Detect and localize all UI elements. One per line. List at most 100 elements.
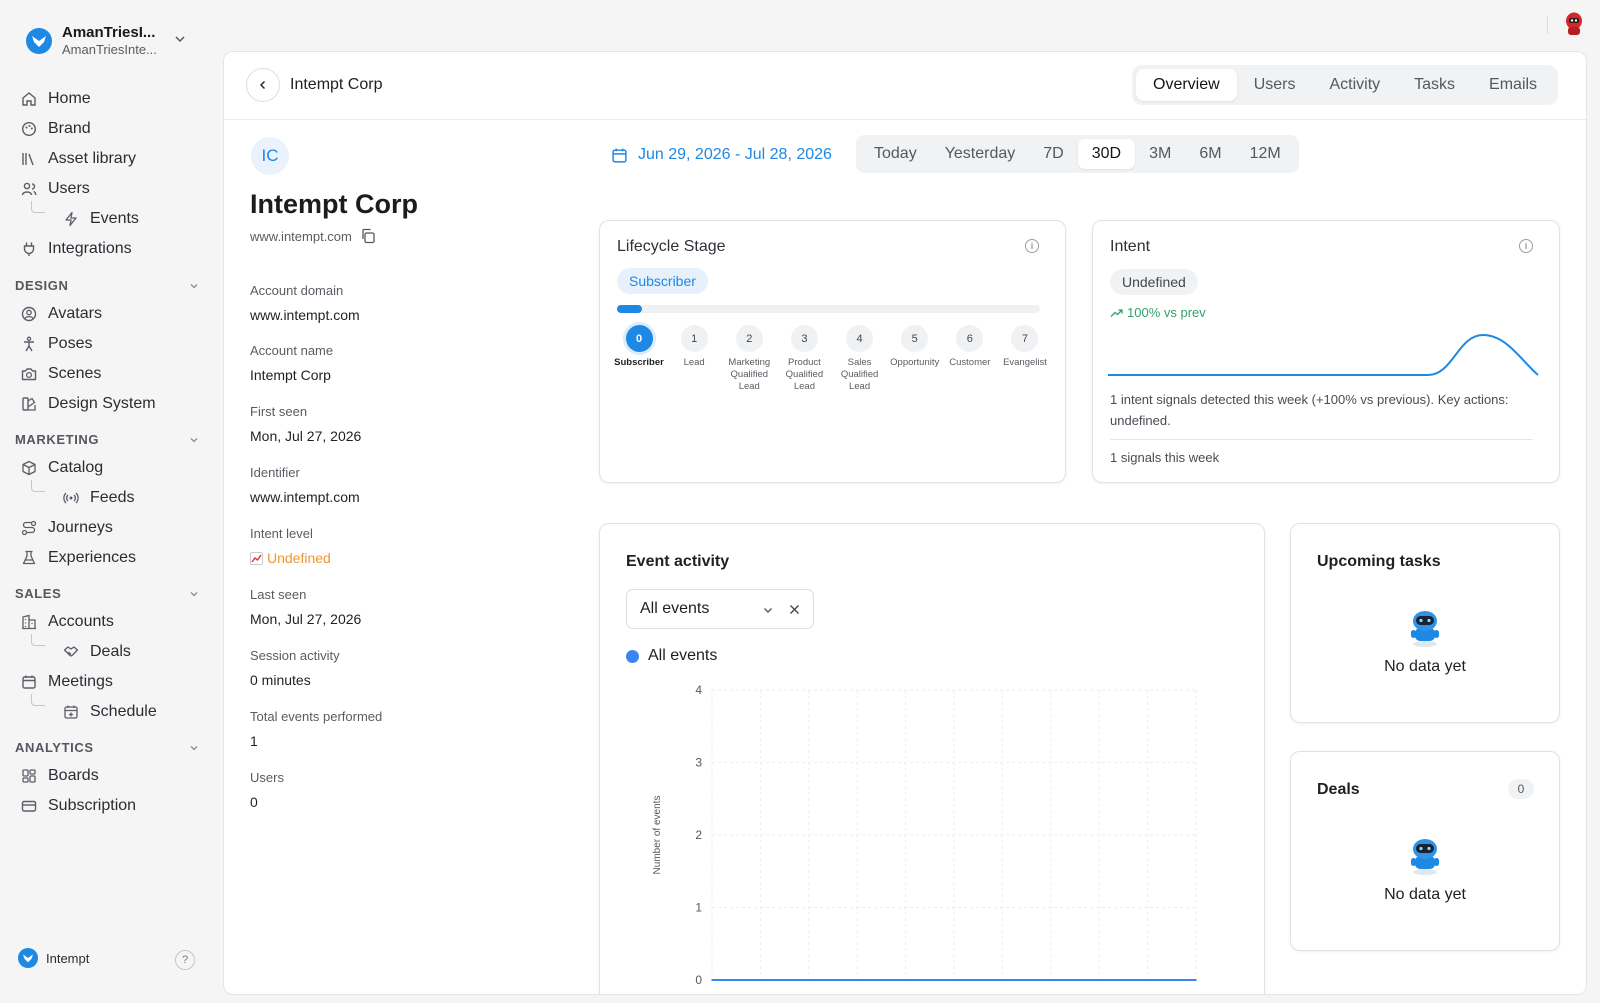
data-point — [1011, 979, 1014, 981]
sidebar-item-feeds[interactable]: Feeds — [62, 484, 134, 512]
y-tick-label: 2 — [695, 828, 702, 842]
sidebar-item-users[interactable]: Users — [20, 175, 90, 203]
chevron-down-icon[interactable] — [174, 33, 186, 45]
sidebar-item-deals[interactable]: Deals — [62, 638, 131, 666]
user-circle-icon — [20, 305, 38, 323]
plug-icon — [20, 240, 38, 258]
palette-icon — [20, 120, 38, 138]
sidebar-item-design-system[interactable]: Design System — [20, 390, 156, 418]
legend-swatch — [626, 649, 639, 663]
handshake-icon — [62, 643, 80, 661]
stage-label: Sales Qualified Lead — [840, 357, 879, 392]
sidebar-footer-brand[interactable]: Intempt — [18, 948, 89, 968]
chart-trend-icon — [250, 551, 263, 565]
chevron-down-icon[interactable] — [189, 281, 199, 291]
info-icon[interactable]: i — [1519, 239, 1533, 253]
intempt-logo-icon — [26, 28, 52, 54]
section-title: DESIGN — [15, 278, 69, 293]
sidebar-item-home[interactable]: Home — [20, 85, 91, 113]
sidebar-item-label: Events — [90, 210, 139, 227]
field-label: Total events performed — [250, 709, 383, 724]
sidebar-item-boards[interactable]: Boards — [20, 762, 99, 790]
chevron-left-icon — [259, 80, 266, 90]
user-avatar[interactable] — [1563, 11, 1585, 37]
upcoming-tasks-card: Upcoming tasks No data yet — [1290, 523, 1560, 723]
data-point — [1044, 979, 1047, 981]
stage-item: 7 Evangelist — [998, 325, 1052, 393]
building-icon — [20, 613, 38, 631]
range-6m[interactable]: 6M — [1185, 139, 1235, 169]
field-label: Account name — [250, 343, 334, 358]
calendar-icon — [612, 148, 627, 163]
sidebar-item-accounts[interactable]: Accounts — [20, 608, 114, 636]
chevron-down-icon[interactable] — [189, 743, 199, 753]
stage-number: 4 — [846, 325, 874, 352]
chevron-down-icon[interactable] — [189, 589, 199, 599]
sidebar-item-brand[interactable]: Brand — [20, 115, 91, 143]
data-point — [844, 979, 847, 981]
sidebar-item-scenes[interactable]: Scenes — [20, 360, 101, 388]
range-12m[interactable]: 12M — [1236, 139, 1295, 169]
sidebar-item-asset-library[interactable]: Asset library — [20, 145, 136, 173]
intent-card: Intent i Undefined 100% vs prev 1 intent… — [1092, 220, 1560, 483]
field-label: Account domain — [250, 283, 344, 298]
sidebar-item-label: Meetings — [48, 673, 113, 690]
range-yesterday[interactable]: Yesterday — [931, 139, 1030, 169]
sidebar-item-events[interactable]: Events — [62, 205, 139, 233]
chart-legend: All events — [626, 647, 717, 665]
range-7d[interactable]: 7D — [1029, 139, 1077, 169]
sidebar-item-journeys[interactable]: Journeys — [20, 514, 113, 542]
range-3m[interactable]: 3M — [1135, 139, 1185, 169]
tree-connector — [31, 201, 45, 213]
sidebar-item-label: Users — [48, 180, 90, 197]
tab-users[interactable]: Users — [1237, 69, 1313, 101]
workspace-switcher[interactable]: AmanTriesI... AmanTriesInte... — [26, 24, 185, 58]
sidebar-item-integrations[interactable]: Integrations — [20, 235, 132, 263]
chevron-down-icon[interactable] — [762, 604, 774, 616]
intempt-logo-icon — [18, 948, 38, 968]
chevron-down-icon[interactable] — [189, 435, 199, 445]
stage-number: 6 — [956, 325, 984, 352]
footer-brand-label: Intempt — [46, 950, 90, 966]
data-point — [1161, 979, 1164, 981]
stage-number: 7 — [1011, 325, 1039, 352]
intent-signals-count: 1 signals this week — [1110, 450, 1220, 465]
info-icon[interactable]: i — [1025, 239, 1039, 253]
help-icon[interactable]: ? — [175, 950, 195, 970]
account-website-text: www.intempt.com — [250, 228, 352, 244]
range-30d[interactable]: 30D — [1077, 139, 1136, 169]
tab-overview[interactable]: Overview — [1136, 69, 1237, 101]
sidebar-item-subscription[interactable]: Subscription — [20, 792, 136, 820]
field-value: Mon, Jul 27, 2026 — [250, 611, 362, 627]
divider — [1110, 439, 1533, 440]
section-marketing[interactable]: MARKETING — [15, 432, 199, 447]
sidebar-item-avatars[interactable]: Avatars — [20, 300, 102, 328]
tab-activity[interactable]: Activity — [1312, 69, 1397, 101]
back-button[interactable] — [246, 68, 280, 102]
section-title: ANALYTICS — [15, 740, 94, 755]
swatch-book-icon — [20, 395, 38, 413]
avatar-icon — [1566, 12, 1582, 35]
stage-item: 3 Product Qualified Lead — [777, 325, 831, 393]
stage-number: 3 — [790, 325, 818, 352]
date-range-picker[interactable]: Jun 29, 2026 - Jul 28, 2026 — [611, 146, 832, 164]
event-filter-select[interactable]: All events — [626, 589, 814, 629]
section-sales[interactable]: SALES — [15, 586, 199, 601]
sidebar-item-poses[interactable]: Poses — [20, 330, 92, 358]
sidebar-item-label: Scenes — [48, 365, 102, 382]
range-today[interactable]: Today — [860, 139, 931, 169]
tab-tasks[interactable]: Tasks — [1397, 69, 1472, 101]
tab-bar: Overview Users Activity Tasks Emails — [1132, 65, 1559, 105]
sidebar-item-label: Feeds — [90, 489, 135, 506]
sidebar-item-experiences[interactable]: Experiences — [20, 544, 136, 572]
field-value: www.intempt.com — [250, 489, 360, 505]
data-point — [1028, 979, 1030, 981]
copy-icon[interactable] — [360, 228, 376, 244]
sidebar-item-schedule[interactable]: Schedule — [62, 698, 157, 726]
section-analytics[interactable]: ANALYTICS — [15, 740, 199, 755]
section-design[interactable]: DESIGN — [15, 278, 199, 293]
sidebar-item-catalog[interactable]: Catalog — [20, 454, 103, 482]
sidebar-item-meetings[interactable]: Meetings — [20, 668, 113, 696]
tab-emails[interactable]: Emails — [1472, 69, 1554, 101]
close-icon[interactable] — [789, 604, 800, 615]
